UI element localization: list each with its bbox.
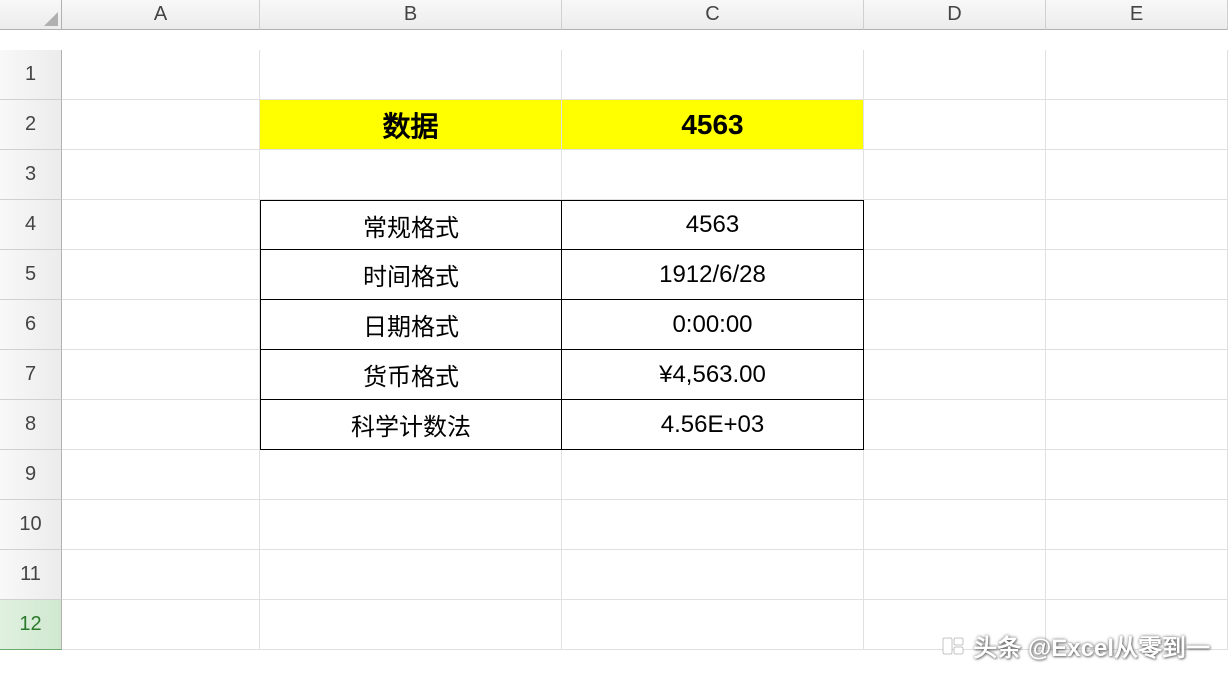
cell-b8-format-label[interactable]: 科学计数法 <box>260 400 562 450</box>
select-all-corner[interactable] <box>0 0 62 30</box>
watermark: 头条 @Excel从零到一 <box>941 628 1210 663</box>
cell-b1[interactable] <box>260 50 562 100</box>
cell-e11[interactable] <box>1046 550 1228 600</box>
cell-c5-format-value[interactable]: 1912/6/28 <box>562 250 864 300</box>
cell-e9[interactable] <box>1046 450 1228 500</box>
cell-b11[interactable] <box>260 550 562 600</box>
cell-e10[interactable] <box>1046 500 1228 550</box>
row-header-10[interactable]: 10 <box>0 500 62 550</box>
cell-d4[interactable] <box>864 200 1046 250</box>
spreadsheet-grid[interactable]: A B C D E 1 2 数据 4563 3 4 常规格式 4563 5 时间… <box>0 0 1228 650</box>
cell-c9[interactable] <box>562 450 864 500</box>
cell-c11[interactable] <box>562 550 864 600</box>
cell-a1[interactable] <box>62 50 260 100</box>
col-header-c[interactable]: C <box>562 0 864 30</box>
cell-c12[interactable] <box>562 600 864 650</box>
cell-b7-format-label[interactable]: 货币格式 <box>260 350 562 400</box>
row-header-8[interactable]: 8 <box>0 400 62 450</box>
cell-a7[interactable] <box>62 350 260 400</box>
cell-c10[interactable] <box>562 500 864 550</box>
row-header-9[interactable]: 9 <box>0 450 62 500</box>
col-header-e[interactable]: E <box>1046 0 1228 30</box>
row-header-6[interactable]: 6 <box>0 300 62 350</box>
row-header-7[interactable]: 7 <box>0 350 62 400</box>
col-header-d[interactable]: D <box>864 0 1046 30</box>
row-header-4[interactable]: 4 <box>0 200 62 250</box>
col-header-a[interactable]: A <box>62 0 260 30</box>
cell-c2-data-value[interactable]: 4563 <box>562 100 864 150</box>
cell-e7[interactable] <box>1046 350 1228 400</box>
row-header-1[interactable]: 1 <box>0 50 62 100</box>
cell-a2[interactable] <box>62 100 260 150</box>
cell-d9[interactable] <box>864 450 1046 500</box>
cell-d3[interactable] <box>864 150 1046 200</box>
cell-b9[interactable] <box>260 450 562 500</box>
cell-d8[interactable] <box>864 400 1046 450</box>
row-header-3[interactable]: 3 <box>0 150 62 200</box>
cell-b4-format-label[interactable]: 常规格式 <box>260 200 562 250</box>
cell-d2[interactable] <box>864 100 1046 150</box>
cell-e2[interactable] <box>1046 100 1228 150</box>
cell-d7[interactable] <box>864 350 1046 400</box>
cell-c6-format-value[interactable]: 0:00:00 <box>562 300 864 350</box>
cell-d6[interactable] <box>864 300 1046 350</box>
cell-c3[interactable] <box>562 150 864 200</box>
cell-b6-format-label[interactable]: 日期格式 <box>260 300 562 350</box>
cell-c8-format-value[interactable]: 4.56E+03 <box>562 400 864 450</box>
cell-a3[interactable] <box>62 150 260 200</box>
cell-a9[interactable] <box>62 450 260 500</box>
cell-b3[interactable] <box>260 150 562 200</box>
cell-a4[interactable] <box>62 200 260 250</box>
cell-c4-format-value[interactable]: 4563 <box>562 200 864 250</box>
watermark-text: 头条 @Excel从零到一 <box>973 628 1210 663</box>
cell-d10[interactable] <box>864 500 1046 550</box>
cell-a8[interactable] <box>62 400 260 450</box>
cell-d1[interactable] <box>864 50 1046 100</box>
cell-a5[interactable] <box>62 250 260 300</box>
cell-e3[interactable] <box>1046 150 1228 200</box>
row-header-11[interactable]: 11 <box>0 550 62 600</box>
watermark-icon <box>941 634 965 658</box>
cell-a6[interactable] <box>62 300 260 350</box>
cell-d5[interactable] <box>864 250 1046 300</box>
col-header-b[interactable]: B <box>260 0 562 30</box>
cell-b2-data-header[interactable]: 数据 <box>260 100 562 150</box>
cell-a10[interactable] <box>62 500 260 550</box>
cell-e5[interactable] <box>1046 250 1228 300</box>
row-header-2[interactable]: 2 <box>0 100 62 150</box>
row-header-5[interactable]: 5 <box>0 250 62 300</box>
cell-a11[interactable] <box>62 550 260 600</box>
cell-b12[interactable] <box>260 600 562 650</box>
cell-b5-format-label[interactable]: 时间格式 <box>260 250 562 300</box>
cell-d11[interactable] <box>864 550 1046 600</box>
cell-a12[interactable] <box>62 600 260 650</box>
cell-e6[interactable] <box>1046 300 1228 350</box>
row-header-12[interactable]: 12 <box>0 600 62 650</box>
cell-b10[interactable] <box>260 500 562 550</box>
cell-e4[interactable] <box>1046 200 1228 250</box>
cell-e1[interactable] <box>1046 50 1228 100</box>
cell-c1[interactable] <box>562 50 864 100</box>
cell-c7-format-value[interactable]: ¥4,563.00 <box>562 350 864 400</box>
cell-e8[interactable] <box>1046 400 1228 450</box>
